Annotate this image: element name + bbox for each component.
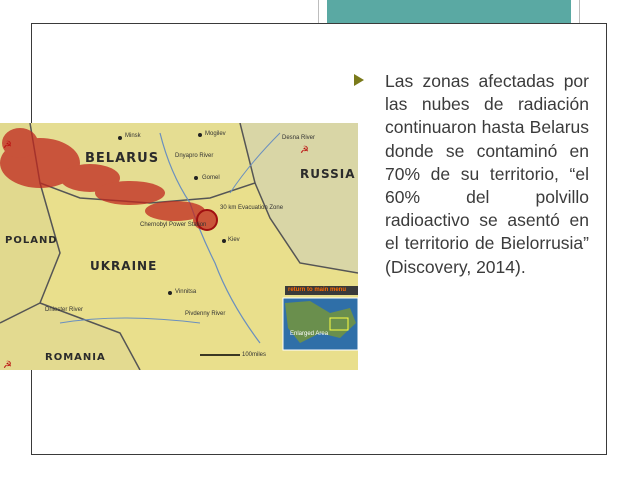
label-enlarged-area: Enlarged Area xyxy=(290,331,329,337)
right-triangle-icon xyxy=(354,74,364,86)
return-to-main-menu-link[interactable]: return to main menu xyxy=(288,287,346,293)
svg-text:☭: ☭ xyxy=(300,145,309,156)
label-evac: 30 km Evacuation Zone xyxy=(220,205,284,211)
label-minsk: Minsk xyxy=(125,133,141,139)
label-vinnitsa: Vinnitsa xyxy=(175,289,197,295)
label-poland: POLAND xyxy=(5,235,58,246)
svg-text:☭: ☭ xyxy=(3,360,12,370)
bullet-text: Las zonas afectadas por las nubes de rad… xyxy=(385,71,589,277)
label-belarus: BELARUS xyxy=(85,151,160,166)
chernobyl-map: ☭ ☭ ☭ BELARUS RUSSIA POLAND UKRAINE ROMA… xyxy=(0,123,358,370)
label-desna: Desna River xyxy=(282,135,316,141)
label-dnyapro: Dnyapro River xyxy=(175,153,214,159)
label-ukraine: UKRAINE xyxy=(90,259,158,273)
label-chernobyl: Chernobyl Power Station xyxy=(140,222,207,228)
label-mogilev: Mogilev xyxy=(205,131,226,137)
label-kiev: Kiev xyxy=(228,237,240,243)
svg-text:☭: ☭ xyxy=(3,140,12,151)
label-scale: 100miles xyxy=(242,352,267,358)
label-dniester: Dniester River xyxy=(45,307,84,313)
label-russia: RUSSIA xyxy=(300,167,356,181)
label-gomel: Gomel xyxy=(202,175,220,181)
label-pivdenny: Pivdenny River xyxy=(185,311,226,317)
label-romania: ROMANIA xyxy=(45,352,106,363)
